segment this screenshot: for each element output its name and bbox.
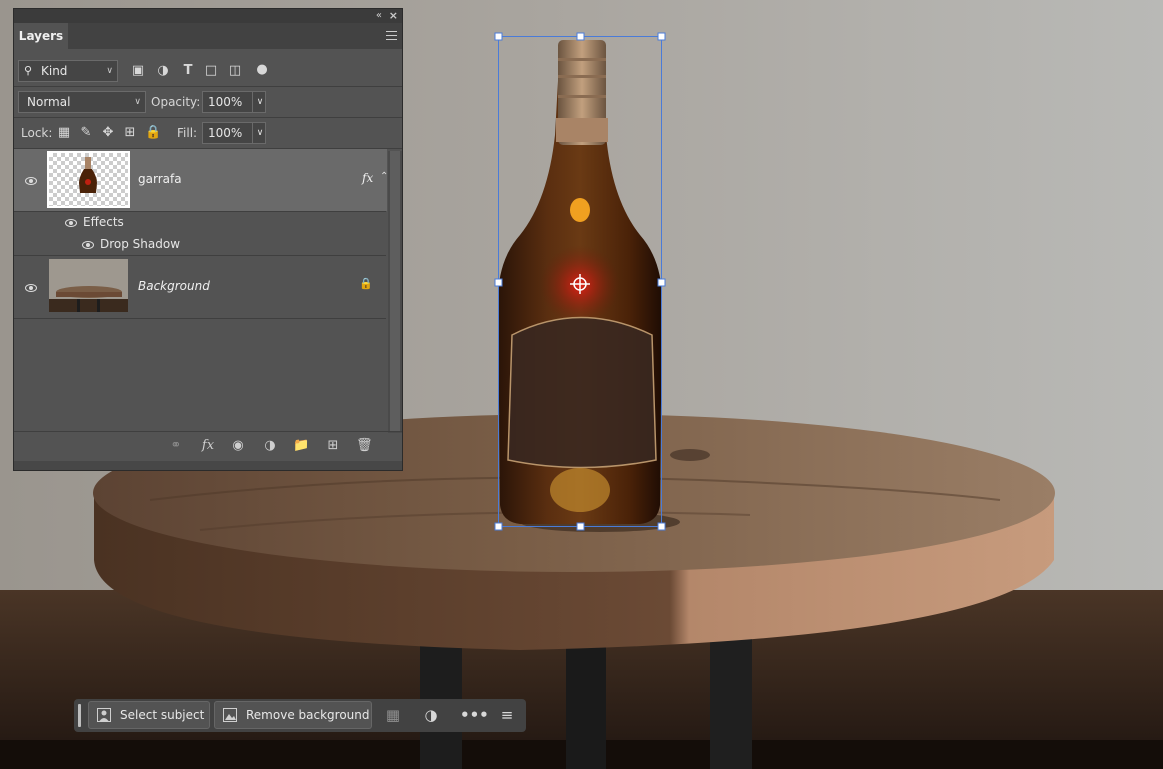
fill-input[interactable]: 100% ∨ bbox=[202, 122, 266, 144]
scrollbar-thumb[interactable] bbox=[390, 151, 400, 431]
blend-mode-value: Normal bbox=[27, 95, 71, 109]
filter-row: ⚲ Kind ∨ ▣ ◑ T □ ◫ ● bbox=[14, 57, 402, 85]
new-layer-icon[interactable]: ⊞ bbox=[325, 438, 341, 454]
search-icon: ⚲ bbox=[24, 64, 33, 77]
lock-position-icon[interactable]: ✥ bbox=[100, 125, 116, 141]
person-icon bbox=[97, 708, 111, 722]
opacity-value: 100% bbox=[208, 95, 243, 109]
select-subject-label: Select subject bbox=[120, 708, 205, 722]
tab-layers[interactable]: Layers bbox=[14, 23, 68, 49]
fx-icon[interactable]: fx bbox=[200, 438, 216, 454]
collapse-icon[interactable]: « bbox=[376, 9, 382, 23]
layer-thumbnail-background bbox=[49, 259, 128, 312]
smart-object-filter-icon[interactable]: ◫ bbox=[227, 63, 243, 79]
chevron-down-icon: ∨ bbox=[106, 66, 113, 76]
table-thumbnail-icon bbox=[49, 286, 128, 312]
filter-kind-value: Kind bbox=[41, 64, 68, 78]
type-filter-icon[interactable]: T bbox=[180, 63, 196, 79]
layers-bottom-toolbar: ⚭ fx ◉ ◑ 📁 ⊞ 🗑 bbox=[14, 431, 402, 460]
panel-tab-row: Layers bbox=[14, 23, 402, 49]
pixel-layer-filter-icon[interactable]: ▣ bbox=[130, 63, 146, 79]
visibility-eye-icon[interactable] bbox=[24, 177, 38, 185]
layer-thumbnail-garrafa bbox=[47, 151, 130, 208]
layer-name-background[interactable]: Background bbox=[138, 279, 210, 293]
mask-icon[interactable]: ◉ bbox=[230, 438, 246, 454]
folder-icon[interactable]: 📁 bbox=[293, 438, 309, 454]
filter-kind-select[interactable]: ⚲ Kind ∨ bbox=[18, 60, 118, 82]
opacity-label: Opacity: bbox=[151, 95, 201, 109]
blend-mode-select[interactable]: Normal ∨ bbox=[18, 91, 146, 113]
layer-name-garrafa[interactable]: garrafa bbox=[138, 172, 182, 186]
layers-scrollbar[interactable] bbox=[388, 151, 402, 433]
taskbar-drag-handle[interactable] bbox=[78, 704, 81, 727]
lock-artboard-icon[interactable]: ⊞ bbox=[122, 125, 138, 141]
drop-shadow-row[interactable]: Drop Shadow bbox=[14, 234, 387, 256]
panel-menu-icon[interactable] bbox=[386, 31, 397, 40]
panel-resize-grip[interactable] bbox=[14, 461, 402, 470]
select-subject-button[interactable]: Select subject bbox=[88, 701, 210, 729]
chevron-down-icon[interactable]: ∨ bbox=[252, 92, 267, 112]
adjustment-icon[interactable]: ◑ bbox=[422, 706, 440, 724]
adjustment-filter-icon[interactable]: ◑ bbox=[155, 63, 171, 79]
layers-panel: « × Layers ⚲ Kind ∨ ▣ ◑ T □ ◫ ● Normal ∨… bbox=[13, 8, 403, 471]
adjustment-icon[interactable]: ◑ bbox=[262, 438, 278, 454]
bottle-thumbnail-icon bbox=[79, 157, 97, 193]
chevron-down-icon[interactable]: ∨ bbox=[252, 123, 267, 143]
fx-badge-icon[interactable]: fx bbox=[362, 171, 373, 185]
layer-row-garrafa[interactable]: garrafa fx ⌃ bbox=[14, 149, 388, 211]
link-icon[interactable]: ⚭ bbox=[168, 438, 184, 454]
opacity-input[interactable]: 100% ∨ bbox=[202, 91, 266, 113]
image-icon bbox=[223, 708, 237, 722]
visibility-eye-icon[interactable] bbox=[64, 219, 78, 227]
lock-label: Lock: bbox=[21, 126, 53, 140]
shape-filter-icon[interactable]: □ bbox=[203, 63, 219, 79]
lock-image-brush-icon[interactable]: ✎ bbox=[78, 125, 94, 141]
remove-background-button[interactable]: Remove background bbox=[214, 701, 372, 729]
lock-transparent-icon[interactable]: ▦ bbox=[56, 125, 72, 141]
lock-row: Lock: ▦ ✎ ✥ ⊞ 🔒 Fill: 100% ∨ bbox=[14, 117, 402, 149]
filter-toggle-icon[interactable]: ● bbox=[254, 62, 270, 78]
close-icon[interactable]: × bbox=[389, 9, 398, 23]
trash-icon[interactable]: 🗑 bbox=[356, 438, 373, 454]
visibility-eye-icon[interactable] bbox=[81, 241, 95, 249]
fill-label: Fill: bbox=[177, 126, 198, 140]
chevron-down-icon: ∨ bbox=[134, 97, 141, 107]
transform-icon[interactable]: ▦ bbox=[384, 706, 402, 724]
remove-background-label: Remove background bbox=[246, 708, 370, 722]
blend-row: Normal ∨ Opacity: 100% ∨ bbox=[14, 87, 402, 117]
more-options-icon[interactable]: ••• bbox=[460, 706, 489, 724]
lock-all-icon[interactable]: 🔒 bbox=[145, 125, 161, 141]
effects-label: Effects bbox=[83, 215, 124, 229]
layer-row-background[interactable]: Background 🔒 bbox=[14, 256, 387, 318]
lock-icon[interactable]: 🔒 bbox=[359, 277, 373, 290]
settings-sliders-icon[interactable]: ≡ bbox=[498, 706, 516, 724]
effect-name-drop-shadow: Drop Shadow bbox=[100, 237, 181, 251]
panel-title-strip[interactable]: « × bbox=[14, 9, 402, 23]
contextual-task-bar: Select subject Remove background ▦ ◑ •••… bbox=[74, 699, 526, 732]
fill-value: 100% bbox=[208, 126, 243, 140]
visibility-eye-icon[interactable] bbox=[24, 284, 38, 292]
effects-row[interactable]: Effects bbox=[14, 212, 387, 234]
